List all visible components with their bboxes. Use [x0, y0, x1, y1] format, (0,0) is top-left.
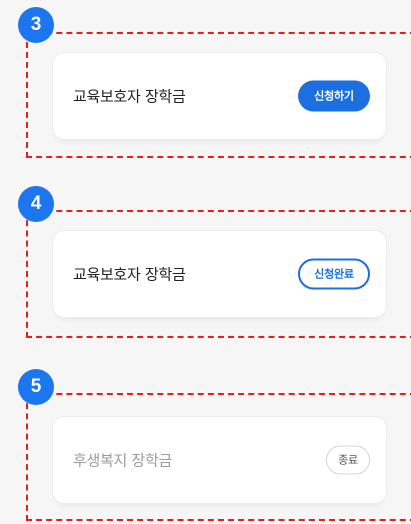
applied-button[interactable]: 신청완료 [298, 258, 370, 290]
scholarship-title: 후생복지 장학금 [73, 451, 172, 470]
scholarship-card: 교육보호자 장학금 신청완료 [52, 230, 387, 318]
step-badge: 5 [18, 369, 54, 405]
scholarship-title: 교육보호자 장학금 [73, 265, 186, 284]
scholarship-title: 교육보호자 장학금 [73, 87, 186, 106]
step-badge: 3 [18, 7, 54, 43]
step-badge: 4 [18, 186, 54, 222]
scholarship-card: 교육보호자 장학금 신청하기 [52, 52, 387, 140]
ended-button[interactable]: 종료 [326, 445, 370, 475]
scholarship-card: 후생복지 장학금 종료 [52, 416, 387, 504]
apply-button[interactable]: 신청하기 [298, 80, 370, 112]
